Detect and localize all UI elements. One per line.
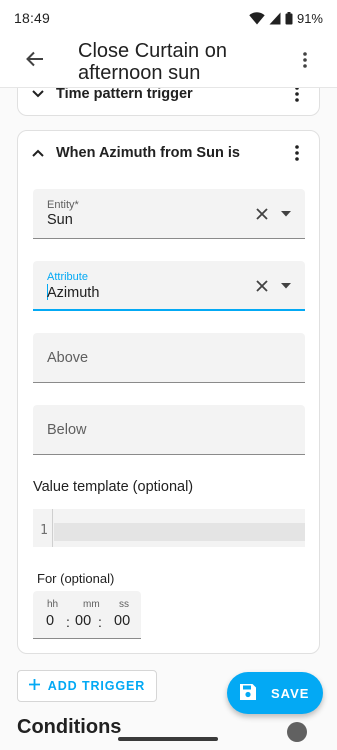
clear-icon[interactable] [253,205,271,223]
below-placeholder: Below [47,422,87,438]
trigger-header-state[interactable]: When Azimuth from Sun is [18,133,319,173]
floppy-disk-icon [239,683,257,704]
value-template-editor[interactable]: 1 [33,509,305,547]
trigger-card-state: When Azimuth from Sun is Entity* Sun Att… [17,130,320,654]
above-placeholder: Above [47,350,89,366]
duration-input[interactable]: hh mm ss 0 : 00 : 00 [33,591,141,639]
editor-content[interactable]: Time pattern trigger When Azimuth from S… [0,88,337,750]
status-bar: 18:49 91% [0,0,337,36]
entity-label: Entity* [47,199,79,211]
conditions-heading: Conditions [17,716,122,738]
seconds-input[interactable]: 00 [114,613,130,629]
save-button[interactable]: SAVE [227,672,323,714]
trigger-title: When Azimuth from Sun is [56,145,240,161]
dropdown-arrow-icon[interactable] [279,207,293,221]
battery-icon [285,11,293,25]
cell-signal-icon [269,12,281,25]
battery-percent: 91% [296,10,323,26]
add-trigger-button[interactable]: ADD TRIGGER [17,670,157,702]
home-indicator[interactable] [118,737,218,741]
more-vert-icon [303,51,307,73]
code-gutter: 1 [33,509,53,547]
trigger-card-time-pattern: Time pattern trigger [17,88,320,116]
code-active-line[interactable] [54,523,305,541]
trigger-title: Time pattern trigger [56,88,193,102]
above-field[interactable]: Above [33,333,305,383]
status-time: 18:49 [14,10,51,26]
app-bar: Close Curtain on afternoon sun [0,36,337,88]
chevron-up-icon[interactable] [26,141,50,165]
entity-value: Sun [47,212,73,228]
seconds-unit-label: ss [119,599,129,610]
line-number: 1 [40,523,48,538]
attribute-value-wrap[interactable]: Azimuth [47,284,99,301]
wifi-icon [249,11,265,25]
attribute-field[interactable]: Attribute Azimuth [33,261,305,311]
status-icons: 91% [249,11,323,26]
attribute-label: Attribute [47,271,88,283]
below-field[interactable]: Below [33,405,305,455]
dropdown-arrow-icon[interactable] [279,279,293,293]
plus-icon [28,679,40,693]
overflow-menu-button[interactable] [293,50,317,74]
entity-field[interactable]: Entity* Sun [33,189,305,239]
more-vert-icon[interactable] [287,141,307,165]
back-button[interactable] [13,40,57,84]
more-vert-icon[interactable] [287,88,307,106]
hours-input[interactable]: 0 [46,613,54,629]
clear-icon[interactable] [253,277,271,295]
minutes-input[interactable]: 00 [75,613,91,629]
help-icon[interactable] [287,722,307,742]
time-separator: : [66,614,70,630]
minutes-unit-label: mm [83,599,100,610]
for-label: For (optional) [37,571,115,586]
trigger-header-time-pattern[interactable]: Time pattern trigger [18,88,319,114]
time-separator: : [98,614,102,630]
attribute-value: Azimuth [47,285,100,301]
save-label: SAVE [271,685,310,701]
page-title: Close Curtain on afternoon sun [78,40,227,84]
add-trigger-label: ADD TRIGGER [47,679,146,693]
hours-unit-label: hh [47,599,59,610]
arrow-back-icon [26,50,44,73]
chevron-down-icon[interactable] [26,88,50,106]
value-template-label: Value template (optional) [33,479,194,495]
